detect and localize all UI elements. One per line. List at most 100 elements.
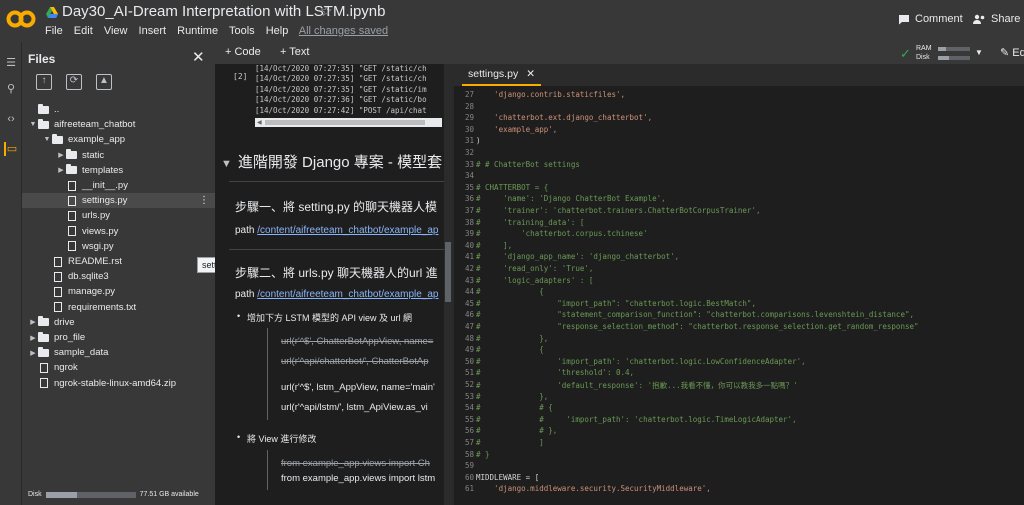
tree-item-label: sample_data [54, 347, 109, 359]
close-icon[interactable]: ✕ [192, 48, 205, 66]
chevron-right-icon[interactable]: ▶ [28, 318, 38, 326]
tree-folder[interactable]: ▶ templates [22, 163, 215, 178]
notebook-pane[interactable]: [2] [14/Oct/2020 07:27:35] "GET /static/… [215, 64, 452, 505]
code-line: # ], [476, 240, 513, 250]
code-line: # ] [476, 438, 544, 447]
tree-file[interactable]: __init__.py [22, 178, 215, 193]
share-button[interactable]: Share [973, 13, 1020, 25]
line-number: 58 [464, 449, 474, 459]
menu-insert[interactable]: Insert [139, 25, 167, 37]
bullet-add-lstm: 增加下方 LSTM 模型的 API view 及 url 網 [237, 311, 412, 324]
removed-code-line: url(r'^api/chatterbot/', ChatterBotAp [281, 356, 429, 367]
tree-file[interactable]: ngrok-stable-linux-amd64.zip [22, 376, 215, 391]
editing-button[interactable]: ✎ Ed [1000, 46, 1024, 59]
line-number: 53 [464, 391, 474, 401]
notebook-scrollbar-thumb[interactable] [445, 242, 451, 302]
add-code-button[interactable]: + Code [225, 46, 261, 58]
tab-settings-py[interactable]: settings.py ✕ [462, 64, 542, 86]
chevron-right-icon[interactable]: ▶ [56, 151, 66, 159]
section-heading[interactable]: ▼ 進階開發 Django 專案 - 模型套 [221, 151, 442, 172]
menu-file[interactable]: File [45, 25, 63, 37]
disk-usage: Disk 77.51 GB available [28, 491, 199, 498]
tab-label: settings.py [468, 68, 519, 80]
code-line: # 'import_path': 'chatterbot.logic.LowCo… [476, 356, 806, 366]
notebook-title[interactable]: Day30_AI-Dream Interpretation with LSTM.… [62, 3, 385, 20]
scroll-left-icon[interactable]: ◀ [257, 119, 262, 126]
menu-help[interactable]: Help [266, 25, 289, 37]
mount-drive-icon[interactable]: ▲ [96, 74, 112, 90]
tree-file[interactable]: db.sqlite3 [22, 269, 215, 284]
tree-folder[interactable]: .. [22, 102, 215, 117]
output-horizontal-scrollbar[interactable]: ◀ [255, 118, 442, 127]
line-number: 30 [464, 124, 474, 134]
file-icon [54, 256, 62, 267]
collapse-caret-icon[interactable]: ▼ [221, 158, 232, 170]
colab-logo[interactable] [6, 6, 36, 32]
notebook-scrollbar[interactable] [444, 64, 452, 505]
tree-file[interactable]: settings.py ⋮ [22, 193, 215, 209]
tree-file[interactable]: README.rst [22, 254, 215, 269]
tree-folder[interactable]: ▼ aifreeteam_chatbot [22, 117, 215, 132]
star-icon[interactable]: ☆ [320, 3, 333, 20]
more-options-icon[interactable]: ⋮ [199, 195, 209, 206]
code-line: # "statement_comparison_function": "chat… [476, 310, 914, 320]
scrollbar-thumb[interactable] [265, 120, 425, 125]
step-two-path-link[interactable]: /content/aifreeteam_chatbot/example_ap [257, 289, 438, 300]
tree-file[interactable]: wsgi.py [22, 239, 215, 254]
pencil-icon: ✎ [1000, 47, 1010, 59]
removed-code-line: url(r'^$', ChatterBotAppView, name= [281, 336, 434, 347]
section-title: 進階開發 Django 專案 - 模型套 [237, 154, 443, 171]
cell-divider [229, 249, 451, 250]
share-icon [973, 14, 985, 24]
resource-indicator[interactable]: ✓ RAM Disk ▼ [900, 43, 983, 63]
code-line: # 'name': 'Django ChatterBot Example', [476, 194, 666, 204]
tree-folder[interactable]: ▶ drive [22, 315, 215, 330]
tree-file[interactable]: ngrok [22, 360, 215, 375]
output-line: [14/Oct/2020 07:27:36] "GET /static/bo [255, 95, 427, 105]
files-icon[interactable]: ▭ [4, 142, 18, 156]
code-area[interactable]: 27 'django.contrib.staticfiles', 28 29 'ch… [454, 86, 1024, 505]
tree-item-label: ngrok [54, 362, 78, 374]
tree-folder[interactable]: ▶ sample_data [22, 345, 215, 360]
step-one-path-link[interactable]: /content/aifreeteam_chatbot/example_ap [257, 225, 438, 236]
code-line: # 'logic_adapters' : [ [476, 275, 594, 285]
upload-icon[interactable]: ↑ [36, 74, 52, 90]
chevron-down-icon[interactable]: ▼ [28, 121, 38, 128]
tree-item-label: README.rst [68, 256, 122, 267]
tree-folder[interactable]: ▶ static [22, 148, 215, 163]
close-icon[interactable]: ✕ [526, 68, 535, 80]
comment-button[interactable]: Comment [898, 13, 963, 25]
code-line: # # ChatterBot settings [476, 159, 580, 169]
save-status[interactable]: All changes saved [299, 25, 388, 37]
menu-edit[interactable]: Edit [74, 25, 93, 37]
chevron-down-icon[interactable]: ▼ [975, 48, 983, 57]
tree-folder[interactable]: ▼ example_app [22, 132, 215, 147]
chevron-down-icon[interactable]: ▼ [42, 136, 52, 143]
tree-file[interactable]: urls.py [22, 208, 215, 223]
step-two-path: path /content/aifreeteam_chatbot/example… [235, 289, 438, 300]
tree-item-label: pro_file [54, 332, 86, 343]
code-line: # CHATTERBOT = { [476, 182, 549, 192]
line-number: 44 [464, 287, 474, 297]
step-one-text: 步驟一、將 setting.py 的聊天機器人模 [235, 200, 438, 214]
output-line: [14/Oct/2020 07:27:35] "GET /static/ch [255, 74, 427, 84]
chevron-right-icon[interactable]: ▶ [56, 166, 66, 174]
menu-tools[interactable]: Tools [229, 25, 255, 37]
tree-item-label: ngrok-stable-linux-amd64.zip [54, 377, 176, 389]
tree-folder[interactable]: ▶ pro_file [22, 330, 215, 345]
toc-icon[interactable]: ☰ [4, 56, 18, 70]
folder-icon [38, 103, 49, 114]
refresh-icon[interactable]: ⟳ [66, 74, 82, 90]
tree-file[interactable]: requirements.txt [22, 300, 215, 315]
search-icon[interactable]: ⚲ [4, 82, 18, 96]
quote-bar [267, 328, 268, 420]
chevron-right-icon[interactable]: ▶ [28, 349, 38, 357]
code-snippets-icon[interactable]: ‹› [4, 112, 18, 126]
tree-file[interactable]: manage.py [22, 284, 215, 299]
add-text-button[interactable]: + Text [280, 46, 309, 58]
tree-file[interactable]: views.py [22, 224, 215, 239]
menu-runtime[interactable]: Runtime [177, 25, 218, 37]
chevron-right-icon[interactable]: ▶ [28, 334, 38, 342]
menu-view[interactable]: View [104, 25, 128, 37]
line-number: 32 [464, 148, 474, 157]
